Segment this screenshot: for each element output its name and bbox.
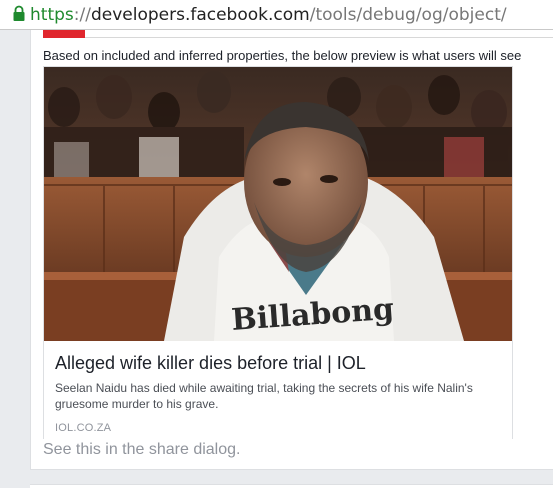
link-preview-card[interactable]: Billabong Alleged wife killer dies befor… — [43, 66, 513, 439]
url-separator: :// — [73, 4, 91, 25]
section-divider — [43, 37, 553, 38]
preview-description: Seelan Naidu has died while awaiting tri… — [55, 381, 473, 411]
url-path: /tools/debug/og/object/ — [309, 4, 507, 25]
preview-intro-text: Based on included and inferred propertie… — [43, 48, 522, 63]
next-panel-edge — [30, 484, 553, 488]
url-host: developers.facebook.com — [90, 4, 310, 25]
preview-image[interactable]: Billabong — [44, 67, 512, 341]
lock-icon — [13, 5, 25, 21]
courtroom-photo: Billabong — [44, 67, 512, 341]
preview-domain: IOL.CO.ZA — [55, 422, 112, 434]
preview-title[interactable]: Alleged wife killer dies before trial | … — [55, 352, 501, 374]
address-bar[interactable]: https://developers.facebook.com/tools/de… — [0, 0, 553, 30]
preview-card-text: Alleged wife killer dies before trial | … — [44, 341, 512, 439]
share-dialog-link[interactable]: See this in the share dialog. — [43, 441, 240, 459]
active-section-indicator — [43, 30, 85, 38]
url-scheme: https — [30, 4, 74, 25]
